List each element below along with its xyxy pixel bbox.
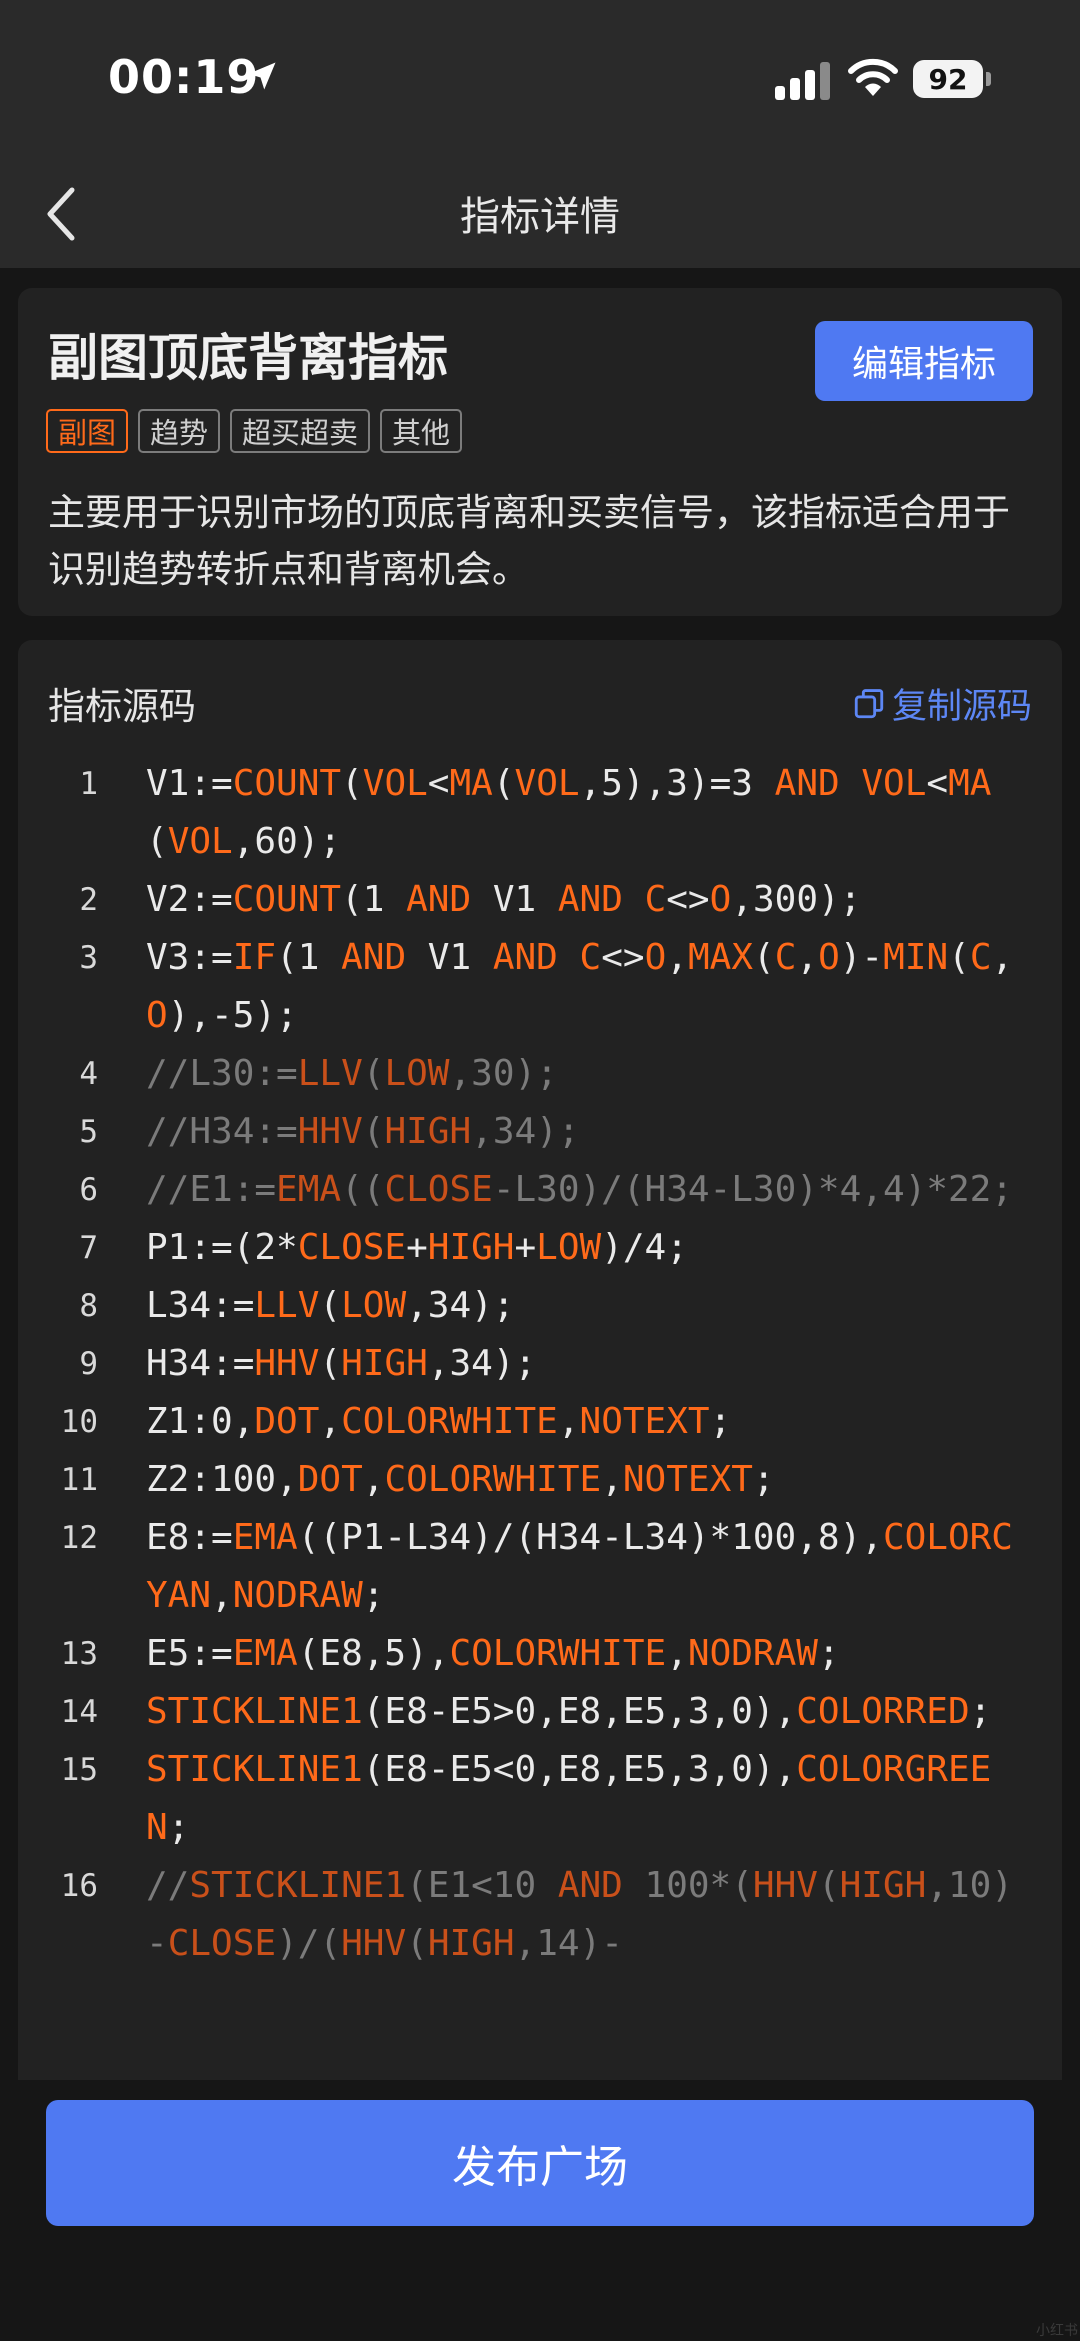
indicator-info-card: 副图顶底背离指标 编辑指标 副图 趋势 超买超卖 其他 主要用于识别市场的顶底背… <box>18 288 1062 616</box>
line-number: 1 <box>79 766 98 802</box>
code-line: 11 Z2:100,DOT,COLORWHITE,NOTEXT; <box>18 1451 1062 1509</box>
tag-list: 副图 趋势 超买超卖 其他 <box>46 409 463 453</box>
code-text: H34:=HHV(HIGH,34); <box>146 1343 537 1384</box>
code-text: V2:=COUNT(1 AND V1 AND C<>O,300); <box>146 879 862 920</box>
copy-icon <box>854 688 884 718</box>
line-number: 4 <box>79 1056 98 1092</box>
wifi-icon <box>848 58 898 96</box>
code-text: STICKLINE1(E8-E5>0,E8,E5,3,0),COLORRED; <box>146 1691 992 1732</box>
line-number: 8 <box>79 1288 98 1324</box>
tag-overbought-oversold[interactable]: 超买超卖 <box>230 409 371 453</box>
code-line: 13 E5:=EMA(E8,5),COLORWHITE,NODRAW; <box>18 1625 1062 1683</box>
code-line: 6 //E1:=EMA((CLOSE-L30)/(H34-L30)*4,4)*22… <box>18 1161 1062 1219</box>
location-arrow-icon <box>248 62 276 90</box>
code-line: 12 E8:=EMA((P1-L34)/(H34-L34)*100,8),COLO… <box>18 1509 1062 1625</box>
code-line: 1 V1:=COUNT(VOL<MA(VOL,5),3)=3 AND VOL<MA… <box>18 755 1062 871</box>
code-text: STICKLINE1(E8-E5<0,E8,E5,3,0),COLORGREEN… <box>146 1749 992 1848</box>
code-line: 15 STICKLINE1(E8-E5<0,E8,E5,3,0),COLORGRE… <box>18 1741 1062 1857</box>
page-title: 指标详情 <box>460 194 620 240</box>
cellular-signal-icon <box>775 62 830 100</box>
code-text: V3:=IF(1 AND V1 AND C<>O,MAX(C,O)-MIN(C,… <box>146 937 1014 1036</box>
watermark: 小红书 <box>1036 2323 1078 2339</box>
battery-indicator: 92 <box>913 60 983 98</box>
indicator-title: 副图顶底背离指标 <box>48 329 448 387</box>
line-number: 13 <box>60 1636 98 1672</box>
code-text: //L30:=LLV(LOW,30); <box>146 1053 558 1094</box>
line-number: 2 <box>79 882 98 918</box>
code-line: 16 //STICKLINE1(E1<10 AND 100*(HHV(HIGH,1… <box>18 1857 1062 1973</box>
code-text: //E1:=EMA((CLOSE-L30)/(H34-L30)*4,4)*22; <box>146 1169 1013 1210</box>
edit-indicator-button[interactable]: 编辑指标 <box>815 321 1033 401</box>
bottom-bar: 发布广场 <box>0 2080 1080 2341</box>
code-text: L34:=LLV(LOW,34); <box>146 1285 515 1326</box>
code-line: 7 P1:=(2*CLOSE+HIGH+LOW)/4; <box>18 1219 1062 1277</box>
source-code-card: 指标源码 复制源码 1 V1:=COUNT(VOL<MA(VOL,5),3)=3 … <box>18 640 1062 2080</box>
code-text: E8:=EMA((P1-L34)/(H34-L34)*100,8),COLORC… <box>146 1517 1013 1616</box>
tag-trend[interactable]: 趋势 <box>138 409 221 453</box>
code-line: 9 H34:=HHV(HIGH,34); <box>18 1335 1062 1393</box>
code-text: P1:=(2*CLOSE+HIGH+LOW)/4; <box>146 1227 688 1268</box>
status-time: 00:19 <box>108 50 260 104</box>
code-text: Z2:100,DOT,COLORWHITE,NOTEXT; <box>146 1459 775 1500</box>
line-number: 15 <box>60 1752 98 1788</box>
publish-button[interactable]: 发布广场 <box>46 2100 1034 2226</box>
code-text: //STICKLINE1(E1<10 AND 100*(HHV(HIGH,10)… <box>146 1865 1014 1964</box>
code-text: Z1:0,DOT,COLORWHITE,NOTEXT; <box>146 1401 732 1442</box>
line-number: 9 <box>79 1346 98 1382</box>
code-line: 8 L34:=LLV(LOW,34); <box>18 1277 1062 1335</box>
line-number: 10 <box>60 1404 98 1440</box>
line-number: 6 <box>79 1172 98 1208</box>
battery-tip <box>986 72 991 86</box>
indicator-description: 主要用于识别市场的顶底背离和买卖信号，该指标适合用于识别趋势转折点和背离机会。 <box>48 491 1010 591</box>
line-number: 7 <box>79 1230 98 1266</box>
line-number: 12 <box>60 1520 98 1556</box>
code-line: 4 //L30:=LLV(LOW,30); <box>18 1045 1062 1103</box>
nav-bar: 指标详情 <box>0 160 1080 268</box>
status-bar: 00:19 92 <box>0 0 1080 160</box>
tag-other[interactable]: 其他 <box>380 409 463 453</box>
code-line: 5 //H34:=HHV(HIGH,34); <box>18 1103 1062 1161</box>
code-line: 2 V2:=COUNT(1 AND V1 AND C<>O,300); <box>18 871 1062 929</box>
code-line: 3 V3:=IF(1 AND V1 AND C<>O,MAX(C,O)-MIN(C… <box>18 929 1062 1045</box>
copy-source-button[interactable]: 复制源码 <box>852 678 1032 729</box>
code-text: V1:=COUNT(VOL<MA(VOL,5),3)=3 AND VOL<MA(… <box>146 763 992 862</box>
code-line: 10 Z1:0,DOT,COLORWHITE,NOTEXT; <box>18 1393 1062 1451</box>
source-title: 指标源码 <box>48 685 196 728</box>
line-number: 16 <box>60 1868 98 1904</box>
line-number: 14 <box>60 1694 98 1730</box>
code-text: //H34:=HHV(HIGH,34); <box>146 1111 580 1152</box>
code-text: E5:=EMA(E8,5),COLORWHITE,NODRAW; <box>146 1633 840 1674</box>
tag-subchart[interactable]: 副图 <box>46 409 129 453</box>
code-line: 14 STICKLINE1(E8-E5>0,E8,E5,3,0),COLORRED… <box>18 1683 1062 1741</box>
code-block: 1 V1:=COUNT(VOL<MA(VOL,5),3)=3 AND VOL<MA… <box>18 755 1062 1973</box>
line-number: 11 <box>60 1462 98 1498</box>
line-number: 3 <box>79 940 98 976</box>
line-number: 5 <box>79 1114 98 1150</box>
copy-source-label: 复制源码 <box>892 687 1033 727</box>
